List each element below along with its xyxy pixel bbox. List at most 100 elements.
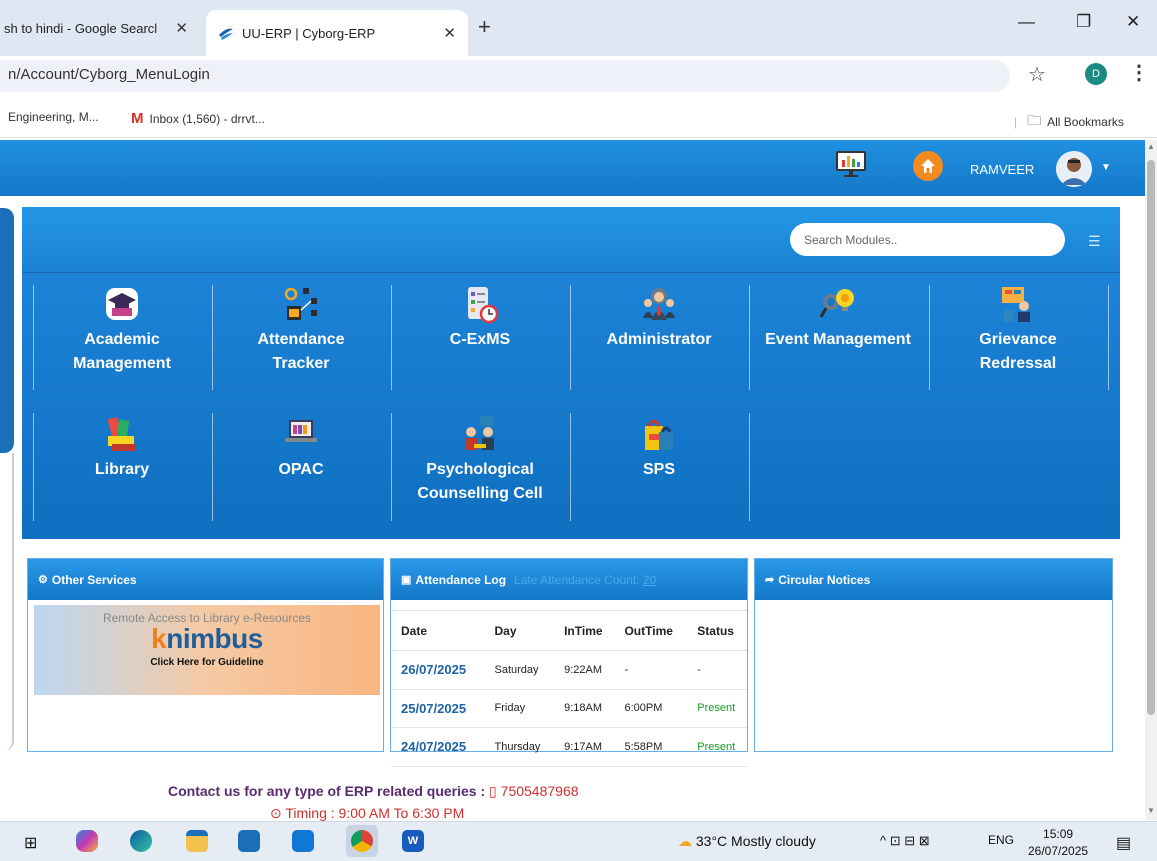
date-cell: 26/07/2025 — [391, 650, 485, 690]
counselling-icon — [465, 416, 494, 450]
module-grievance-redressal[interactable]: Grievance Redressal — [929, 284, 1107, 376]
column-header: OutTime — [614, 610, 688, 651]
module-label: Redressal — [979, 355, 1057, 372]
restore-button[interactable]: ❐ — [1076, 12, 1091, 32]
module-label: Management — [73, 355, 171, 372]
all-bookmarks[interactable]: | 🗀 All Bookmarks — [1014, 110, 1124, 134]
grievance-board-icon — [1002, 287, 1030, 322]
close-tab-icon[interactable]: ✕ — [443, 24, 456, 42]
store-icon[interactable] — [238, 830, 260, 852]
graduation-cap-icon — [106, 288, 138, 320]
checklist-clock-icon — [468, 287, 499, 324]
search-modules-input[interactable]: Search Modules.. — [790, 223, 1065, 256]
table-row: 26/07/2025 Saturday 9:22AM - - — [391, 650, 747, 690]
meet-now-icon[interactable]: ⊡ — [890, 833, 901, 848]
phone-number: 7505487968 — [500, 783, 579, 799]
books-icon — [107, 417, 136, 451]
folder-icon: 🗀 — [1027, 112, 1042, 128]
scroll-up-arrow-icon[interactable]: ▲ — [1147, 142, 1155, 151]
file-explorer-icon[interactable] — [186, 830, 208, 852]
module-administrator[interactable]: Administrator — [570, 284, 748, 352]
chevron-up-icon[interactable]: ^ — [880, 833, 886, 848]
network-icon[interactable]: ⊟ — [904, 833, 915, 848]
close-window-button[interactable]: ✕ — [1126, 12, 1140, 32]
profile-avatar[interactable]: D — [1085, 63, 1107, 85]
attendance-table: Date Day InTime OutTime Status 26/07/202… — [391, 610, 747, 767]
weather-widget[interactable]: ☁ 33°C Mostly cloudy — [678, 833, 816, 850]
edge-icon[interactable] — [130, 830, 152, 852]
outlook-icon[interactable] — [292, 830, 314, 852]
divider: | — [1014, 115, 1018, 129]
module-sps[interactable]: SPS — [570, 414, 748, 482]
outtime-cell: 6:00PM — [614, 689, 688, 728]
tab-google-search[interactable]: sh to hindi - Google Searcl ✕ — [0, 10, 200, 46]
chrome-icon[interactable] — [346, 825, 378, 857]
tab-uu-erp[interactable]: UU-ERP | Cyborg-ERP ✕ — [206, 10, 468, 56]
module-psychological-counselling-cell[interactable]: Psychological Counselling Cell — [391, 414, 569, 506]
bookmark-star-icon[interactable]: ☆ — [1028, 62, 1046, 87]
notification-icon[interactable]: ▤ — [1116, 833, 1131, 853]
column-header: Day — [484, 610, 555, 651]
cloud-sun-icon: ☁ — [678, 833, 692, 849]
module-c-exms[interactable]: C-ExMS — [391, 284, 569, 352]
day-cell: Saturday — [484, 650, 555, 690]
status-cell: - — [687, 650, 747, 690]
status-cell: Present — [687, 727, 747, 767]
username-label[interactable]: RAMVEER — [970, 162, 1034, 177]
module-label: Tracker — [272, 355, 330, 372]
intime-cell: 9:18AM — [554, 689, 615, 728]
card-header: ➦ Circular Notices — [755, 559, 1112, 600]
module-event-management[interactable]: Event Management — [749, 284, 927, 352]
language-indicator[interactable]: ENG — [988, 833, 1014, 847]
module-academic-management[interactable]: Academic Management — [33, 284, 211, 376]
taskbar-clock[interactable]: 15:09 26/07/2025 — [1028, 826, 1088, 860]
card-header: ▣ Attendance Log Late Attendance Count: … — [391, 559, 747, 600]
minimize-button[interactable]: — — [1018, 12, 1035, 32]
knimbus-logo: knimbus — [151, 623, 263, 654]
tab-title: sh to hindi - Google Searcl — [4, 20, 158, 36]
divider — [1108, 285, 1109, 390]
copilot-icon[interactable] — [76, 830, 98, 852]
scroll-down-arrow-icon[interactable]: ▼ — [1147, 806, 1155, 815]
volume-icon[interactable]: ⊠ — [919, 833, 930, 848]
column-header: Date — [391, 610, 485, 651]
avatar[interactable] — [1056, 151, 1092, 187]
caret-down-icon[interactable]: ▼ — [1101, 162, 1111, 173]
url-text[interactable]: n/Account/Cyborg_MenuLogin — [8, 66, 210, 83]
module-label: Academic — [84, 331, 160, 348]
new-tab-button[interactable]: + — [478, 14, 491, 40]
module-label: C-ExMS — [449, 331, 511, 348]
home-icon[interactable] — [913, 151, 943, 181]
guideline-link[interactable]: Click Here for Guideline — [34, 657, 380, 668]
user-photo-icon — [1056, 151, 1092, 187]
card-header: ⚙ Other Services — [28, 559, 383, 600]
hamburger-menu-icon[interactable]: ☰ — [1088, 233, 1101, 250]
knimbus-banner[interactable]: Remote Access to Library e-Resources kni… — [34, 605, 380, 695]
timing-text: ⊙ Timing : 9:00 AM To 6:30 PM — [270, 805, 465, 821]
chrome-logo — [351, 830, 373, 852]
tab-title: UU-ERP | Cyborg-ERP — [242, 25, 376, 41]
late-attendance-label: Late Attendance Count: 20 — [514, 572, 657, 587]
day-cell: Thursday — [484, 727, 555, 767]
late-count-link[interactable]: 20 — [643, 573, 656, 587]
phone-icon: ▯ — [489, 783, 497, 799]
bookmark-inbox[interactable]: M Inbox (1,560) - drrvt... — [131, 110, 265, 127]
module-attendance-tracker[interactable]: Attendance Tracker — [212, 284, 390, 376]
browser-menu-icon[interactable]: ⋮ — [1129, 60, 1149, 85]
monitor-chart-icon[interactable] — [835, 150, 867, 178]
table-row: 24/07/2025 Thursday 9:17AM 5:58PM Presen… — [391, 727, 747, 767]
table-header-row: Date Day InTime OutTime Status — [391, 610, 747, 651]
module-library[interactable]: Library — [33, 414, 211, 482]
module-opac[interactable]: OPAC — [212, 414, 390, 482]
word-icon[interactable]: W — [402, 830, 424, 852]
sidebar-edge — [0, 453, 14, 751]
status-cell: Present — [687, 689, 747, 728]
gmail-icon: M — [131, 110, 144, 127]
laptop-books-icon — [285, 420, 317, 442]
scrollbar-thumb[interactable] — [1147, 160, 1155, 715]
bookmark-engineering[interactable]: Engineering, M... — [8, 110, 99, 124]
sidebar-toggle-handle[interactable] — [0, 208, 14, 453]
close-tab-icon[interactable]: ✕ — [175, 19, 188, 37]
system-tray-icons[interactable]: ^ ⊡ ⊟ ⊠ — [880, 833, 930, 849]
task-view-icon[interactable]: ⊞ — [24, 833, 37, 853]
